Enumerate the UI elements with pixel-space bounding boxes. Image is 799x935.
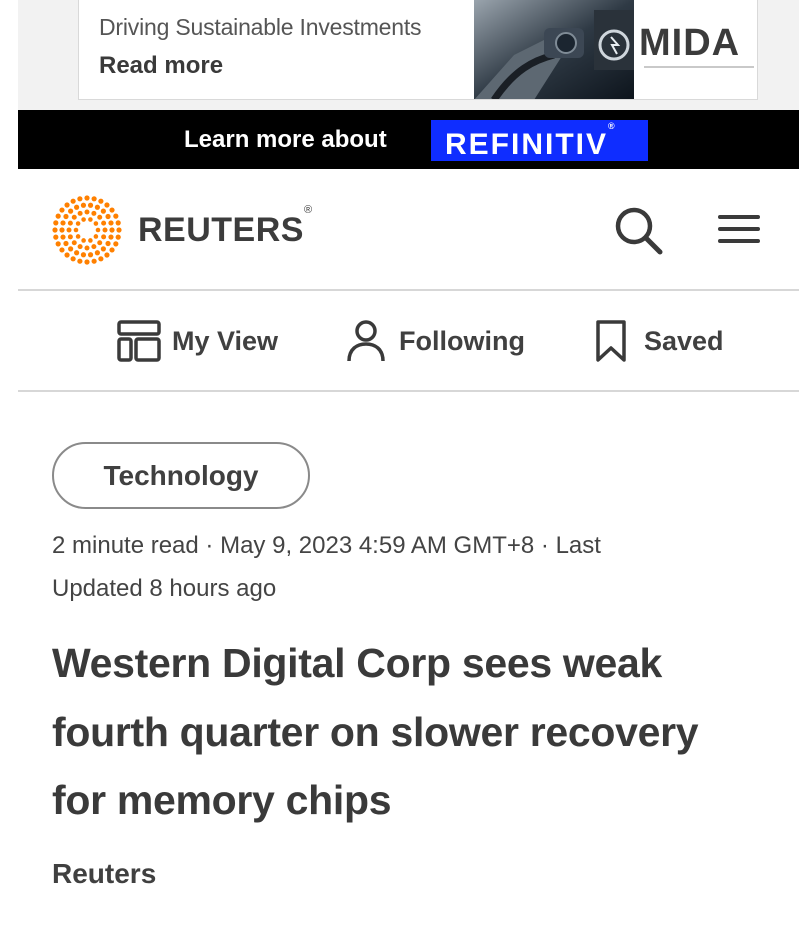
person-icon <box>343 319 389 363</box>
nav-my-view-label: My View <box>172 325 279 356</box>
sub-navigation: My View Following Saved <box>18 292 799 390</box>
reuters-logo-icon[interactable] <box>51 194 123 266</box>
registered-mark: ® <box>303 203 313 216</box>
promo-text: Learn more about <box>184 126 387 153</box>
ad-brand-logo: MIDA <box>639 22 741 64</box>
bookmark-icon <box>588 319 634 363</box>
subnav-divider <box>18 390 799 392</box>
site-header: REUTERS® <box>18 169 799 290</box>
reuters-wordmark[interactable]: REUTERS® <box>138 204 313 250</box>
nav-saved[interactable]: Saved <box>588 320 724 362</box>
article-byline[interactable]: Reuters <box>52 858 156 890</box>
ad-banner[interactable]: Driving Sustainable Investments Read mor… <box>18 0 799 110</box>
reuters-wordmark-text: REUTERS <box>138 211 304 249</box>
ad-creative[interactable]: Driving Sustainable Investments Read mor… <box>78 0 758 100</box>
hamburger-menu-icon[interactable] <box>716 209 762 249</box>
nav-following-label: Following <box>399 325 525 356</box>
article-meta-updated: Updated 8 hours ago <box>52 575 277 602</box>
layout-grid-icon <box>116 319 162 363</box>
search-icon[interactable] <box>612 204 664 256</box>
article-meta: 2 minute read · May 9, 2023 4:59 AM GMT+… <box>52 532 601 559</box>
refinitiv-badge-label: REFINITIV <box>445 128 609 161</box>
headline-line: fourth quarter on slower recovery <box>52 709 699 755</box>
refinitiv-promo-bar[interactable]: Learn more about REFINITIV® <box>18 110 799 169</box>
headline-line: for memory chips <box>52 777 392 823</box>
nav-following[interactable]: Following <box>343 320 525 362</box>
header-divider <box>18 289 799 291</box>
nav-my-view[interactable]: My View <box>116 320 278 362</box>
nav-saved-label: Saved <box>644 325 724 356</box>
ev-charger-photo <box>474 0 634 99</box>
ad-headline: Driving Sustainable Investments <box>99 14 422 40</box>
section-tag-technology[interactable]: Technology <box>52 442 310 509</box>
headline-line: Western Digital Corp sees weak <box>52 640 663 686</box>
refinitiv-badge[interactable]: REFINITIV® <box>431 120 648 161</box>
registered-mark: ® <box>608 121 615 131</box>
ad-read-more-link[interactable]: Read more <box>99 52 223 80</box>
ad-brand-tagline-line <box>644 66 754 68</box>
